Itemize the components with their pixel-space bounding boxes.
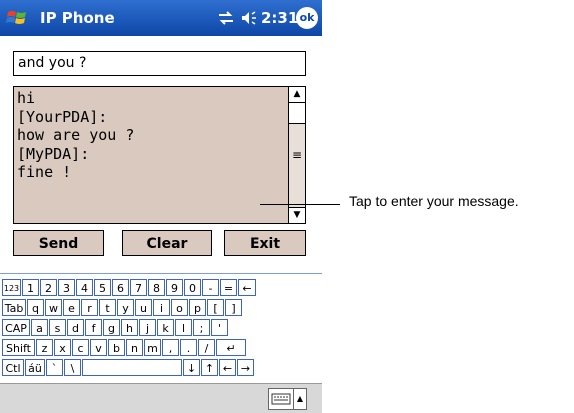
key[interactable]: p [189, 299, 206, 316]
key[interactable]: g [103, 319, 120, 336]
scroll-grip-icon: ≡ [291, 148, 303, 162]
soft-keyboard: 123 1 2 3 4 5 6 7 8 9 0 - = ← Tab q w e … [0, 273, 322, 382]
key[interactable]: / [198, 339, 215, 356]
key[interactable]: 123 [2, 279, 21, 296]
windows-logo-icon[interactable] [6, 7, 28, 29]
key[interactable]: 4 [76, 279, 93, 296]
scroll-up-icon[interactable]: ▲ [289, 87, 305, 103]
key[interactable]: CAP [2, 319, 30, 336]
key[interactable]: y [117, 299, 134, 316]
key[interactable]: ← [219, 359, 236, 376]
key[interactable]: i [153, 299, 170, 316]
key[interactable]: w [45, 299, 62, 316]
key[interactable]: = [220, 279, 237, 296]
key[interactable]: t [99, 299, 116, 316]
key[interactable]: 7 [130, 279, 147, 296]
key[interactable]: Shift [2, 339, 35, 356]
key[interactable]: 8 [148, 279, 165, 296]
key[interactable]: h [121, 319, 138, 336]
key[interactable]: k [157, 319, 174, 336]
keyboard-icon[interactable] [268, 388, 294, 410]
connectivity-icon[interactable] [217, 10, 235, 26]
input-menu-arrow-icon[interactable]: ▲ [293, 388, 307, 410]
key[interactable]: 5 [94, 279, 111, 296]
exit-button[interactable]: Exit [224, 230, 306, 256]
message-input[interactable]: and you ? [13, 51, 306, 76]
key[interactable]: ↓ [183, 359, 200, 376]
key[interactable]: v [90, 339, 107, 356]
key[interactable]: Ctl [2, 359, 24, 376]
key[interactable]: ` [46, 359, 63, 376]
key[interactable]: . [180, 339, 197, 356]
speaker-icon[interactable] [240, 10, 258, 26]
callout-line [260, 204, 340, 205]
callout-text: Tap to enter your message. [349, 193, 519, 209]
key[interactable]: b [108, 339, 125, 356]
key[interactable]: c [72, 339, 89, 356]
clear-button[interactable]: Clear [122, 230, 212, 256]
key[interactable]: 9 [166, 279, 183, 296]
enter-key[interactable]: ↵ [216, 339, 246, 356]
key[interactable]: m [144, 339, 161, 356]
key[interactable]: n [126, 339, 143, 356]
spacebar-key[interactable] [82, 359, 182, 376]
send-button[interactable]: Send [13, 230, 104, 256]
key[interactable]: u [135, 299, 152, 316]
key[interactable]: l [175, 319, 192, 336]
scroll-down-icon[interactable]: ▼ [289, 207, 305, 223]
backspace-key[interactable]: ← [238, 279, 256, 296]
key[interactable]: a [31, 319, 48, 336]
scroll-thumb[interactable] [289, 103, 305, 124]
key[interactable]: ] [225, 299, 242, 316]
app-title: IP Phone [40, 9, 115, 27]
key[interactable]: \ [64, 359, 81, 376]
key[interactable]: x [54, 339, 71, 356]
key[interactable]: s [49, 319, 66, 336]
key[interactable]: e [63, 299, 80, 316]
menu-bar: ▲ [0, 383, 322, 413]
key[interactable]: ↑ [201, 359, 218, 376]
key[interactable]: → [237, 359, 254, 376]
key[interactable]: [ [207, 299, 224, 316]
key[interactable]: 6 [112, 279, 129, 296]
key[interactable]: ; [193, 319, 210, 336]
key[interactable]: ' [211, 319, 228, 336]
key[interactable]: 0 [184, 279, 201, 296]
key[interactable]: o [171, 299, 188, 316]
key[interactable]: q [27, 299, 44, 316]
key[interactable]: áü [25, 359, 45, 376]
key[interactable]: - [202, 279, 219, 296]
key[interactable]: 3 [58, 279, 75, 296]
key[interactable]: f [85, 319, 102, 336]
key[interactable]: z [36, 339, 53, 356]
key[interactable]: , [162, 339, 179, 356]
chat-log-text: hi [YourPDA]: how are you ? [MyPDA]: fin… [17, 89, 135, 181]
titlebar: IP Phone 2:31 ok [0, 0, 322, 36]
key[interactable]: 1 [22, 279, 39, 296]
device-screen: IP Phone 2:31 ok and you ? hi [YourPDA]:… [0, 0, 322, 413]
key[interactable]: 2 [40, 279, 57, 296]
key[interactable]: j [139, 319, 156, 336]
key[interactable]: r [81, 299, 98, 316]
key[interactable]: d [67, 319, 84, 336]
clock[interactable]: 2:31 [261, 9, 298, 27]
chat-scrollbar[interactable]: ▲ ≡ ▼ [288, 87, 305, 223]
ok-button[interactable]: ok [296, 7, 318, 29]
key[interactable]: Tab [2, 299, 26, 316]
